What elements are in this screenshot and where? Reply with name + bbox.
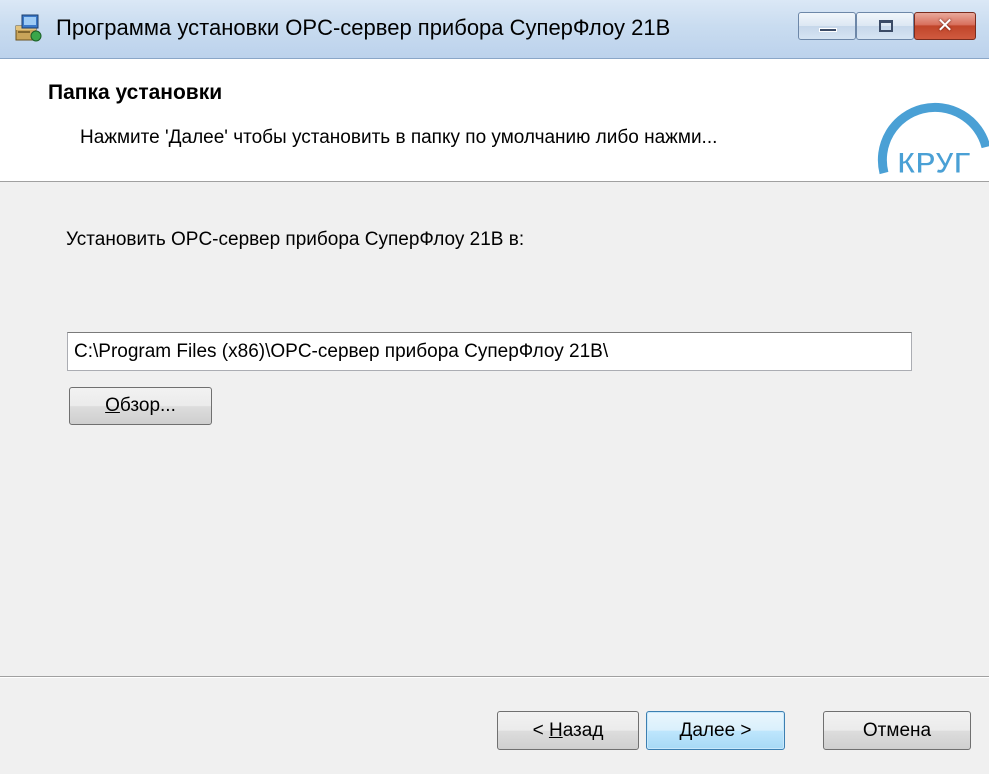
installer-window: Программа установки OPC-сервер прибора С… [0,0,989,774]
browse-label: бзор... [119,395,176,416]
window-title: Программа установки OPC-сервер прибора С… [56,15,671,40]
install-location-label: Установить OPC-сервер прибора СуперФлоу … [66,229,525,250]
browse-mnemonic: О [105,395,120,416]
browse-button[interactable]: Обзор... [69,387,212,425]
installer-app-icon [15,14,42,42]
logo-text: КРУГ [897,147,971,180]
krug-logo: КРУГ [877,102,989,181]
back-prefix: < [532,720,549,741]
header-banner: Папка установки Нажмите 'Далее' чтобы ус… [0,59,989,182]
close-button[interactable]: ✕ [914,12,976,40]
back-mnemonic: Н [548,720,563,741]
back-button[interactable]: < Назад [497,711,639,750]
maximize-icon [879,20,893,32]
back-label: азад [562,720,604,741]
title-bar[interactable]: Программа установки OPC-сервер прибора С… [0,0,989,59]
next-button[interactable]: Далее > [646,711,785,750]
page-description: Нажмите 'Далее' чтобы установить в папку… [80,127,718,148]
close-icon: ✕ [936,15,954,37]
maximize-button[interactable] [856,12,914,40]
minimize-icon [819,28,837,32]
install-path-input[interactable] [67,332,912,371]
minimize-button[interactable] [798,12,856,40]
cancel-button[interactable]: Отмена [823,711,971,750]
page-title: Папка установки [48,81,223,104]
footer-divider [0,676,989,678]
